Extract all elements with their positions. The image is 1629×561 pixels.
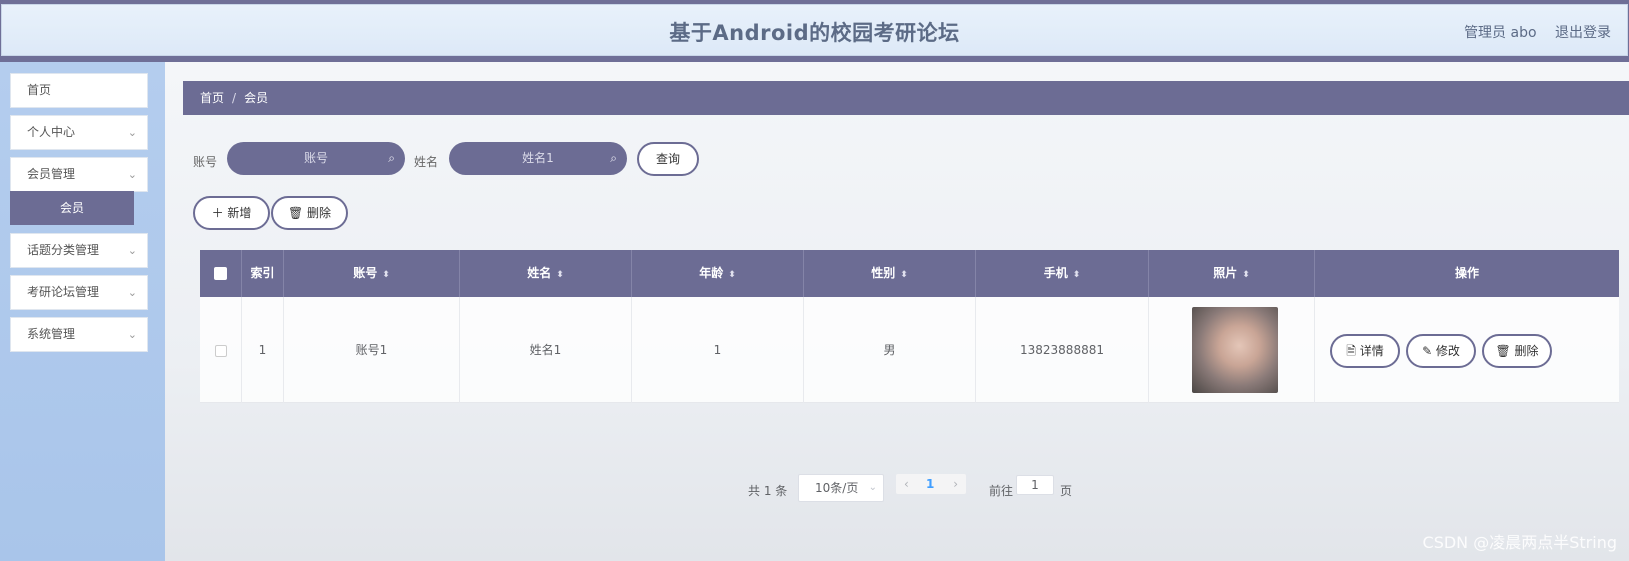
breadcrumb: 首页 / 会员 — [183, 81, 1629, 115]
cell-name: 姓名1 — [460, 297, 632, 403]
breadcrumb-home[interactable]: 首页 — [200, 91, 224, 105]
account-label: 账号 — [193, 155, 218, 169]
cell-age: 1 — [632, 297, 804, 403]
sidebar-item-personal-center[interactable]: 个人中心 ⌄ — [10, 115, 148, 150]
column-header-photo[interactable]: 照片 ⬍ — [1149, 250, 1315, 297]
main-content: 首页 / 会员 账号 账号 ⌕ 姓名 姓名1 ⌕ 查询 ＋ 新增 🗑 删除 索引 账… — [165, 62, 1629, 561]
sort-icon[interactable]: ⬍ — [382, 270, 390, 280]
sidebar-item-label: 考研论坛管理 — [27, 285, 100, 299]
cell-photo — [1149, 297, 1315, 403]
delete-button[interactable]: 🗑 删除 — [1482, 334, 1552, 368]
breadcrumb-separator: / — [232, 91, 237, 105]
add-button[interactable]: ＋ 新增 — [193, 196, 270, 230]
sidebar-item-topic-category[interactable]: 话题分类管理 ⌄ — [10, 233, 148, 268]
pagination-total: 共 1 条 — [748, 484, 788, 498]
prev-page-button[interactable]: ‹ — [904, 474, 909, 494]
account-placeholder: 账号 — [303, 151, 328, 165]
chevron-down-icon: ⌄ — [127, 244, 137, 257]
account-search-input[interactable]: 账号 ⌕ — [227, 142, 405, 175]
table-header: 索引 账号 ⬍ 姓名 ⬍ 年龄 ⬍ 性别 ⬍ 手机 ⬍ 照片 ⬍ 操作 — [200, 250, 1619, 297]
name-search-input[interactable]: 姓名1 ⌕ — [449, 142, 627, 175]
sidebar-item-system-management[interactable]: 系统管理 ⌄ — [10, 317, 148, 352]
chevron-down-icon: ⌄ — [127, 126, 137, 139]
chevron-down-icon: ⌄ — [868, 482, 877, 493]
breadcrumb-current: 会员 — [244, 91, 269, 105]
chevron-down-icon: ⌄ — [127, 168, 137, 181]
sidebar-item-label: 话题分类管理 — [27, 243, 100, 257]
cell-actions: 🗎 详情 ✎ 修改 🗑 删除 — [1315, 297, 1619, 403]
goto-label: 前往 — [989, 484, 1014, 498]
sidebar-item-label: 个人中心 — [27, 125, 76, 139]
sidebar: 首页 个人中心 ⌄ 会员管理 ⌄ 会员 话题分类管理 ⌄ 考研论坛管理 ⌄ 系统… — [0, 62, 165, 561]
sidebar-item-forum-management[interactable]: 考研论坛管理 ⌄ — [10, 275, 148, 310]
page-size-select[interactable]: 10条/页 ⌄ — [798, 474, 884, 502]
sidebar-subitem-member[interactable]: 会员 — [10, 191, 134, 225]
batch-delete-button[interactable]: 🗑 删除 — [271, 196, 348, 230]
next-page-button[interactable]: › — [953, 474, 958, 494]
cell-gender: 男 — [804, 297, 976, 403]
column-header-gender[interactable]: 性别 ⬍ — [804, 250, 976, 297]
header-user-area: 管理员 abo 退出登录 — [1450, 22, 1611, 42]
current-user: 管理员 abo — [1464, 25, 1537, 41]
detail-button[interactable]: 🗎 详情 — [1330, 334, 1400, 368]
name-label: 姓名 — [414, 155, 439, 169]
sort-icon[interactable]: ⬍ — [728, 270, 736, 280]
page-number-current[interactable]: 1 — [926, 474, 934, 494]
header-bar: 基于Android的校园考研论坛 管理员 abo 退出登录 — [1, 4, 1628, 56]
sidebar-item-label: 系统管理 — [27, 327, 76, 341]
cell-account: 账号1 — [284, 297, 460, 403]
cell-phone: 13823888881 — [976, 297, 1149, 403]
query-button[interactable]: 查询 — [637, 142, 699, 176]
pagination-pager: ‹ 1 › — [896, 474, 966, 494]
name-value: 姓名1 — [522, 151, 554, 165]
sidebar-item-label: 首页 — [27, 83, 52, 97]
chevron-down-icon: ⌄ — [127, 328, 137, 341]
page-size-value: 10条/页 — [815, 481, 859, 495]
edit-button[interactable]: ✎ 修改 — [1406, 334, 1476, 368]
row-select-cell[interactable] — [200, 297, 242, 403]
goto-page-input[interactable]: 1 — [1016, 475, 1054, 495]
column-header-actions: 操作 — [1454, 266, 1479, 280]
logout-link[interactable]: 退出登录 — [1555, 25, 1611, 41]
member-photo — [1192, 307, 1278, 393]
goto-page-suffix: 页 — [1060, 484, 1073, 498]
sort-icon[interactable]: ⬍ — [900, 270, 908, 280]
sidebar-item-member-management[interactable]: 会员管理 ⌄ — [10, 157, 148, 192]
sort-icon[interactable]: ⬍ — [1242, 270, 1250, 280]
watermark: CSDN @凌晨两点半String — [1422, 533, 1617, 552]
top-header: 基于Android的校园考研论坛 管理员 abo 退出登录 — [0, 0, 1629, 62]
app-title: 基于Android的校园考研论坛 — [669, 21, 960, 45]
sidebar-item-label: 会员管理 — [27, 167, 76, 181]
sort-icon[interactable]: ⬍ — [556, 270, 564, 280]
select-all-checkbox[interactable] — [214, 267, 227, 280]
column-header-age[interactable]: 年龄 ⬍ — [632, 250, 804, 297]
column-header-phone[interactable]: 手机 ⬍ — [976, 250, 1149, 297]
column-header-index: 索引 — [242, 250, 284, 297]
table-row: 1 账号1 姓名1 1 男 13823888881 🗎 详情 ✎ 修改 🗑 删除 — [200, 297, 1619, 403]
sort-icon[interactable]: ⬍ — [1073, 270, 1081, 280]
row-checkbox[interactable] — [214, 344, 227, 357]
search-icon: ⌕ — [610, 151, 617, 165]
sidebar-item-home[interactable]: 首页 — [10, 73, 148, 108]
column-header-name[interactable]: 姓名 ⬍ — [460, 250, 632, 297]
cell-index: 1 — [242, 297, 284, 403]
chevron-down-icon: ⌄ — [127, 286, 137, 299]
column-header-account[interactable]: 账号 ⬍ — [284, 250, 460, 297]
search-icon: ⌕ — [388, 151, 395, 165]
select-all-cell[interactable] — [200, 250, 242, 297]
